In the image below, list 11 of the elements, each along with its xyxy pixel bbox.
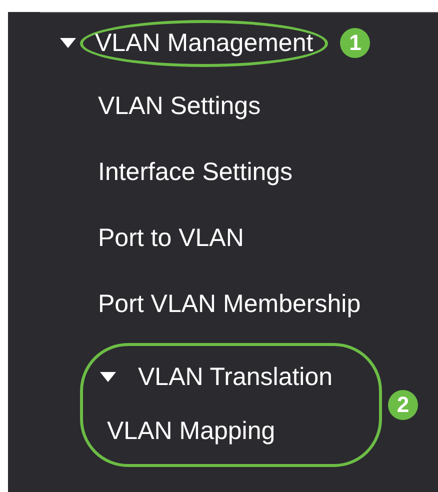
menu-item[interactable]: VLAN Settings [98, 92, 261, 120]
caret-down-icon[interactable] [100, 372, 116, 382]
menu-item[interactable]: VLAN Mapping [107, 416, 276, 446]
menu-header[interactable]: VLAN Management [80, 20, 328, 66]
menu-item[interactable]: Interface Settings [98, 158, 293, 186]
menu-item[interactable]: VLAN Translation [138, 362, 333, 392]
menu-item[interactable]: Port VLAN Membership [98, 290, 361, 318]
caret-down-icon[interactable] [60, 38, 76, 48]
step-badge: 1 [340, 28, 370, 58]
step-badge: 2 [388, 390, 418, 420]
menu-item[interactable]: Port to VLAN [98, 224, 244, 252]
